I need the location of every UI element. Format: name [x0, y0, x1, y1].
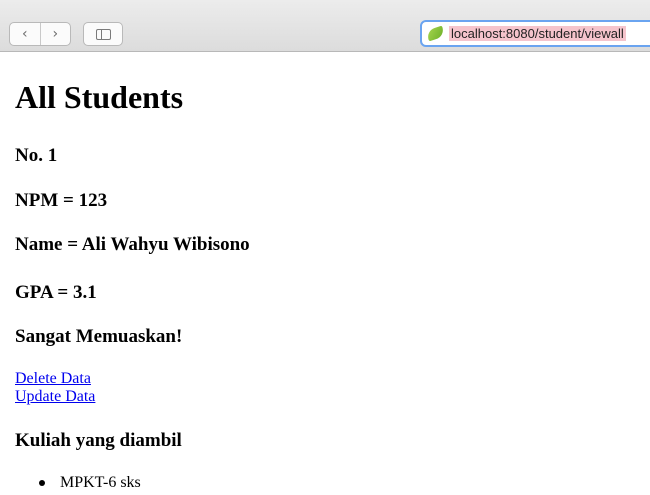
courses-heading: Kuliah yang diambil [15, 430, 182, 451]
student-name: Name = Ali Wahyu Wibisono [15, 234, 250, 255]
browser-toolbar: ‹ › localhost:8080/student/viewall [0, 0, 650, 52]
student-gpa: GPA = 3.1 [15, 282, 97, 303]
course-item: MPKT-6 sks [15, 473, 141, 492]
student-predicate: Sangat Memuaskan! [15, 326, 183, 347]
chevron-left-icon: ‹ [21, 26, 28, 42]
delete-data-link[interactable]: Delete Data [15, 370, 95, 388]
back-button[interactable]: ‹ [10, 23, 40, 45]
update-data-link[interactable]: Update Data [15, 388, 95, 406]
course-list: MPKT-6 sks [15, 473, 141, 492]
student-number: No. 1 [15, 145, 58, 166]
url-text[interactable]: localhost:8080/student/viewall [449, 26, 626, 41]
chevron-right-icon: › [52, 26, 59, 42]
history-nav: ‹ › [9, 22, 71, 46]
page-title: All Students [15, 79, 184, 115]
action-links: Delete Data Update Data [15, 370, 95, 405]
sidebar-icon [95, 28, 111, 40]
spring-leaf-icon [425, 25, 446, 42]
address-bar[interactable]: localhost:8080/student/viewall [420, 20, 650, 47]
sidebar-toggle-button[interactable] [83, 22, 123, 46]
student-npm: NPM = 123 [15, 190, 108, 211]
forward-button[interactable]: › [39, 23, 71, 45]
